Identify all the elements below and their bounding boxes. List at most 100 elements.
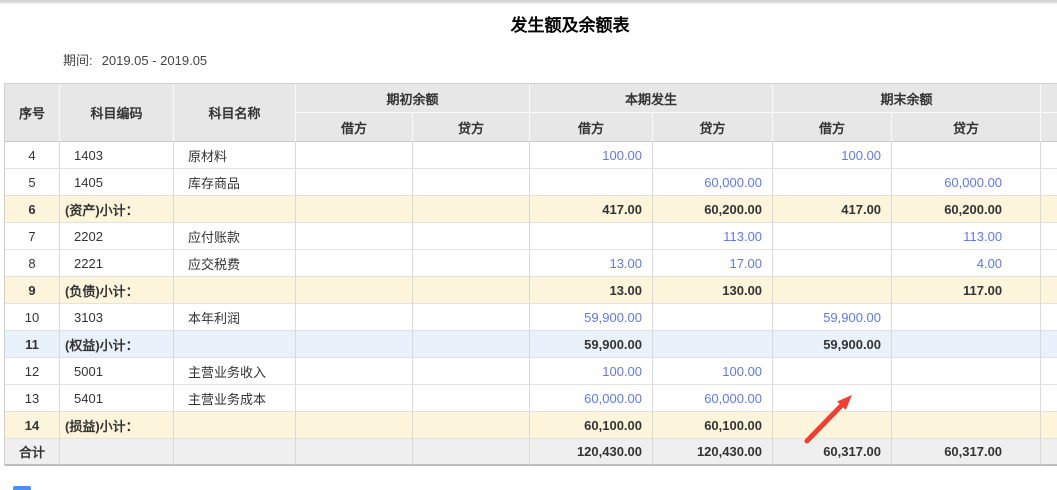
cell-code: (损益)小计：: [60, 412, 174, 439]
drilldown-link[interactable]: 13.00: [609, 256, 642, 271]
cell-seq: 7: [5, 223, 60, 250]
drilldown-link[interactable]: 59,900.00: [584, 310, 642, 325]
cell-current-credit: 60,000.00: [653, 385, 773, 412]
cell-ending-credit: 4.00: [892, 250, 1041, 277]
cell-ending-credit: [892, 385, 1041, 412]
drilldown-link[interactable]: 100.00: [722, 364, 762, 379]
cell-extra: [1041, 412, 1057, 439]
cell-opening-credit: [413, 412, 530, 439]
cell-ending-credit: [892, 331, 1041, 358]
drilldown-link[interactable]: 113.00: [963, 229, 1002, 244]
cell-code: 2221: [60, 250, 174, 277]
cell-name: 应交税费: [174, 250, 296, 277]
period-value: 2019.05 - 2019.05: [102, 53, 208, 68]
cell-opening-credit: [413, 169, 530, 196]
cell-name: [174, 439, 296, 466]
cell-ending-debit: [773, 277, 892, 304]
cell-current-credit: 60,200.00: [653, 196, 773, 223]
drilldown-link[interactable]: 59,900.00: [823, 310, 881, 325]
report-page: 发生额及余额表 期间:2019.05 - 2019.05 序号 科目编码 科目名…: [0, 0, 1057, 490]
drilldown-link[interactable]: 100.00: [602, 148, 642, 163]
cell-ending-debit: [773, 223, 892, 250]
cell-ending-debit: [773, 250, 892, 277]
cell-name: 应付账款: [174, 223, 296, 250]
cell-seq: 10: [5, 304, 60, 331]
drilldown-link[interactable]: 4.00: [977, 256, 1002, 271]
cell-opening-credit: [413, 304, 530, 331]
drilldown-link[interactable]: 17.00: [729, 256, 762, 271]
table-row: 41403原材料100.00100.00: [5, 142, 1057, 169]
cell-opening-debit: [296, 304, 413, 331]
top-toolbar-shadow: [0, 0, 1057, 5]
cell-current-debit: 417.00: [530, 196, 653, 223]
cell-extra: [1041, 385, 1057, 412]
cell-ending-credit: 117.00: [892, 277, 1041, 304]
balance-table: 序号 科目编码 科目名称 期初余额 本期发生 期末余额 借方 贷方 借方 贷方 …: [4, 83, 1057, 466]
cell-name: [174, 277, 296, 304]
cell-ending-debit: 60,317.00: [773, 439, 892, 466]
cell-current-credit: [653, 304, 773, 331]
cell-extra: [1041, 142, 1057, 169]
cell-opening-credit: [413, 142, 530, 169]
col-header-name: 科目名称: [174, 84, 296, 142]
cell-current-debit: 13.00: [530, 250, 653, 277]
cell-current-debit: [530, 223, 653, 250]
col-header-opening-debit: 借方: [296, 113, 413, 142]
cell-current-credit: [653, 331, 773, 358]
cell-ending-credit: [892, 142, 1041, 169]
cell-seq: 5: [5, 169, 60, 196]
cell-name: 本年利润: [174, 304, 296, 331]
table-row: 14(损益)小计：60,100.0060,100.00: [5, 412, 1057, 439]
cell-current-debit: 100.00: [530, 358, 653, 385]
cell-opening-credit: [413, 250, 530, 277]
cell-opening-credit: [413, 439, 530, 466]
cell-current-debit: 60,000.00: [530, 385, 653, 412]
cell-seq: 14: [5, 412, 60, 439]
drilldown-link[interactable]: 113.00: [723, 229, 762, 244]
col-group-opening-balance: 期初余额: [296, 84, 530, 113]
cell-opening-credit: [413, 223, 530, 250]
cell-current-credit: 100.00: [653, 358, 773, 385]
drilldown-link[interactable]: 60,000.00: [944, 175, 1002, 190]
cell-name: 库存商品: [174, 169, 296, 196]
drilldown-link[interactable]: 60,000.00: [704, 175, 762, 190]
cell-name: [174, 331, 296, 358]
cell-ending-credit: 60,317.00: [892, 439, 1041, 466]
total-row: 合计120,430.00120,430.0060,317.0060,317.00: [5, 439, 1057, 466]
cell-ending-credit: [892, 358, 1041, 385]
cell-current-debit: 13.00: [530, 277, 653, 304]
col-header-current-debit: 借方: [530, 113, 653, 142]
cell-code: (权益)小计：: [60, 331, 174, 358]
cell-opening-credit: [413, 331, 530, 358]
cell-name: [174, 412, 296, 439]
col-header-code: 科目编码: [60, 84, 174, 142]
table-row: 135401主营业务成本60,000.0060,000.00: [5, 385, 1057, 412]
cell-name: [174, 196, 296, 223]
cell-opening-debit: [296, 142, 413, 169]
period-label: 期间:: [63, 53, 93, 68]
drilldown-link[interactable]: 100.00: [602, 364, 642, 379]
cell-ending-debit: [773, 358, 892, 385]
cell-current-debit: 120,430.00: [530, 439, 653, 466]
cell-code: 2202: [60, 223, 174, 250]
cell-name: 主营业务成本: [174, 385, 296, 412]
cell-extra: [1041, 331, 1057, 358]
cell-code: 5401: [60, 385, 174, 412]
col-header-ending-credit: 贷方: [892, 113, 1041, 142]
table-row: 51405库存商品 60,000.00 60,000.00: [5, 169, 1057, 196]
table-row: 6(资产)小计：417.0060,200.00417.0060,200.00: [5, 196, 1057, 223]
drilldown-link[interactable]: 100.00: [841, 148, 881, 163]
cell-seq: 合计: [5, 439, 60, 466]
cell-opening-debit: [296, 277, 413, 304]
cell-ending-debit: 59,900.00: [773, 304, 892, 331]
cell-opening-debit: [296, 169, 413, 196]
cell-ending-credit: [892, 412, 1041, 439]
col-header-ending-debit: 借方: [773, 113, 892, 142]
cell-current-credit: 113.00: [653, 223, 773, 250]
cell-code: 1405: [60, 169, 174, 196]
drilldown-link[interactable]: 60,000.00: [704, 391, 762, 406]
cell-extra: [1041, 358, 1057, 385]
cell-seq: 9: [5, 277, 60, 304]
cell-opening-debit: [296, 331, 413, 358]
drilldown-link[interactable]: 60,000.00: [584, 391, 642, 406]
